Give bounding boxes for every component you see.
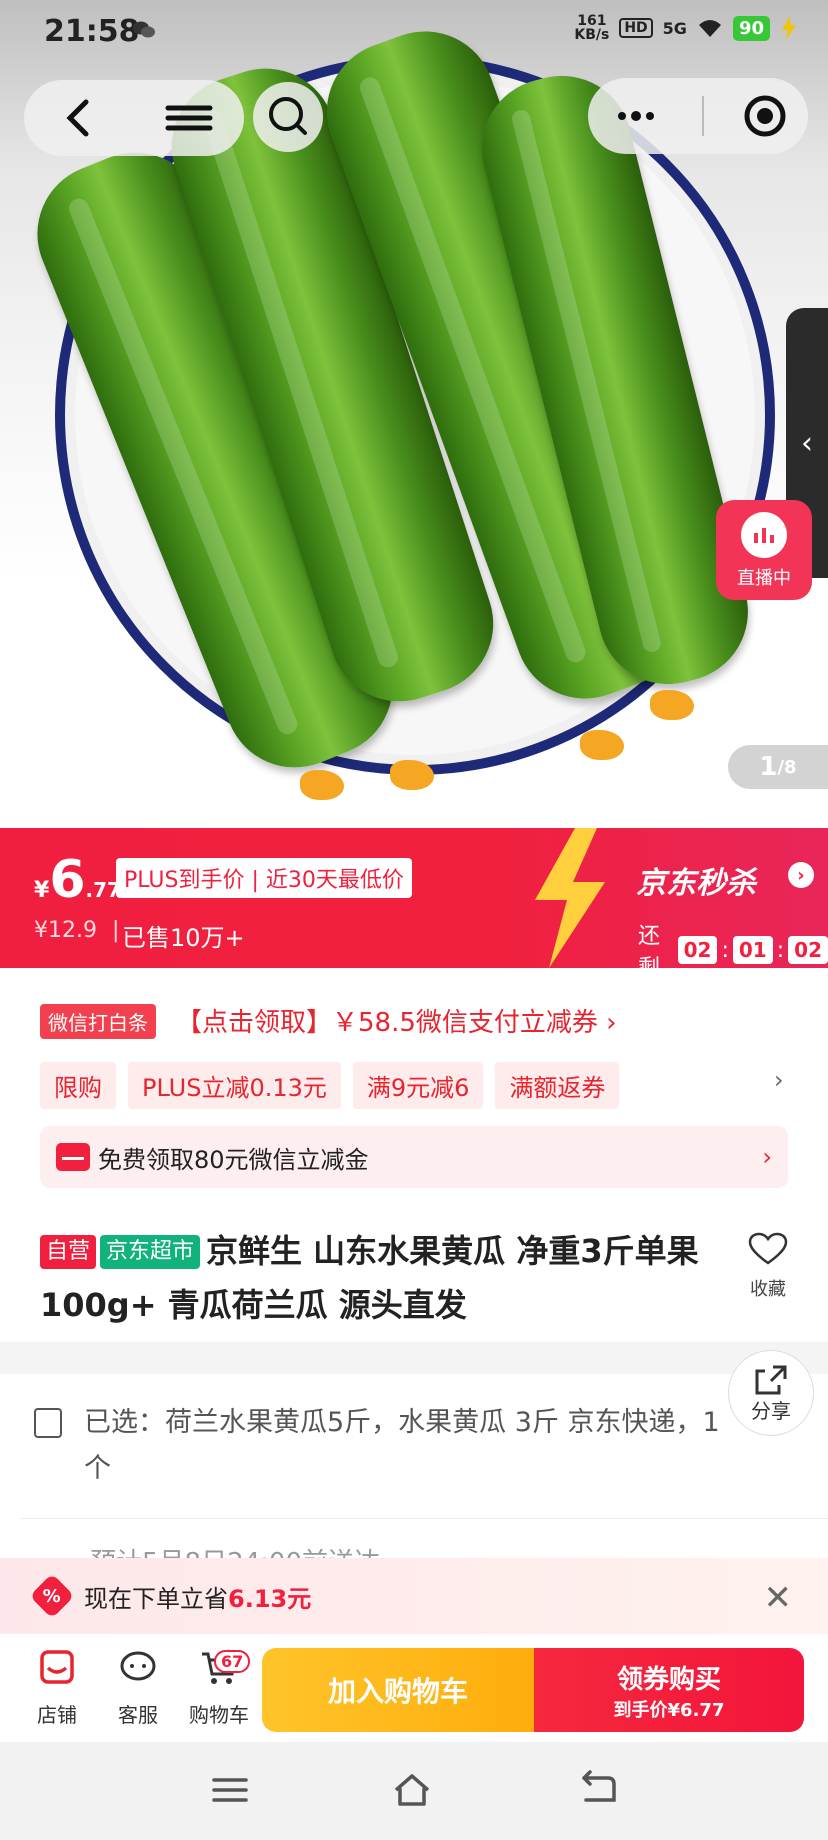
promo-tag: PLUS立减0.13元 xyxy=(128,1062,341,1109)
promo-tags[interactable]: 限购 PLUS立减0.13元 满9元减6 满额返券 xyxy=(40,1062,620,1109)
status-time: 21:58 xyxy=(44,14,140,49)
back-nav-icon[interactable] xyxy=(578,1770,618,1810)
live-icon xyxy=(741,512,787,558)
checklist-icon xyxy=(34,1408,62,1438)
search-icon xyxy=(269,97,307,135)
discount-icon: % xyxy=(29,1573,75,1619)
close-icon[interactable]: ✕ xyxy=(764,1578,793,1618)
shop-icon xyxy=(40,1650,74,1684)
seckill-countdown: 还剩 02 : 01 : 02 xyxy=(638,918,828,968)
original-price: ¥12.9 | xyxy=(34,918,120,943)
search-button[interactable] xyxy=(253,82,323,152)
chevron-right-icon[interactable]: › xyxy=(774,1066,784,1094)
live-label: 直播中 xyxy=(737,568,791,589)
nav-left-group xyxy=(24,80,244,156)
selected-variant-row[interactable]: 已选：荷兰水果黄瓜5斤，水果黄瓜 3斤 京东快递，1个 xyxy=(34,1400,724,1492)
flower-graphic xyxy=(580,730,624,760)
cart-count-badge: 67 xyxy=(214,1650,251,1673)
back-icon[interactable] xyxy=(24,80,134,156)
product-title: 自营 京东超市 京鲜生 山东水果黄瓜 净重3斤单果100g+ 青瓜荷兰瓜 源头直发 xyxy=(40,1232,699,1324)
jd-supermarket-badge: 京东超市 xyxy=(100,1235,201,1269)
share-button[interactable]: 分享 xyxy=(728,1350,814,1436)
menu-icon[interactable] xyxy=(134,80,244,156)
miniprogram-capsule xyxy=(588,78,808,154)
chat-icon xyxy=(120,1651,156,1681)
flower-graphic xyxy=(300,770,344,800)
shop-button[interactable]: 店铺 xyxy=(22,1648,92,1728)
savings-strip: % 现在下单立省 6.13元 xyxy=(0,1558,828,1634)
gallery-page-indicator: 1/8 xyxy=(728,745,828,789)
more-icon[interactable] xyxy=(606,101,666,131)
promo-tag: 限购 xyxy=(40,1062,116,1109)
chevron-right-icon: › xyxy=(762,1143,772,1171)
charging-icon xyxy=(782,16,796,40)
self-operated-badge: 自营 xyxy=(40,1235,97,1269)
status-indicators: 161 KB/s HD 5G 90 xyxy=(574,14,798,42)
wechat-icon xyxy=(133,21,155,38)
row-divider xyxy=(20,1518,828,1519)
wechat-iou-tag: 微信打白条 xyxy=(40,1004,156,1039)
price-banner: ¥ 6 .77 PLUS到手价 | 近30天最低价 ¥12.9 | 已售10万+… xyxy=(0,828,828,968)
hd-icon: HD xyxy=(619,18,653,38)
flower-graphic xyxy=(390,760,434,790)
coupon-buy-button[interactable]: 领券购买 到手价¥6.77 xyxy=(534,1648,804,1732)
live-badge[interactable]: 直播中 xyxy=(716,500,812,600)
close-miniprogram-icon[interactable] xyxy=(740,91,790,141)
capsule-divider xyxy=(702,96,704,136)
coupon-icon xyxy=(56,1143,90,1171)
wechat-coupon-link[interactable]: 【点击领取】￥58.5微信支付立减券 › xyxy=(176,1002,617,1039)
section-divider xyxy=(0,1342,828,1374)
favorite-button[interactable]: 收藏 xyxy=(738,1232,798,1301)
seckill-title[interactable]: 京东秒杀 xyxy=(636,858,756,902)
customer-service-button[interactable]: 客服 xyxy=(103,1648,173,1728)
free-coupon-bar[interactable]: 免费领取80元微信立减金 › xyxy=(40,1126,788,1188)
network-rate: 161 KB/s xyxy=(574,13,610,43)
wifi-icon xyxy=(698,20,721,37)
chevron-left-icon: ‹ xyxy=(801,425,813,461)
promo-tag: 满9元减6 xyxy=(352,1062,484,1109)
add-to-cart-button[interactable]: 加入购物车 xyxy=(262,1648,534,1732)
home-icon[interactable] xyxy=(392,1770,432,1810)
share-icon xyxy=(755,1365,787,1394)
signal-icon: 5G xyxy=(662,18,687,38)
flower-graphic xyxy=(650,690,694,720)
price-current: ¥ 6 .77 xyxy=(34,850,121,910)
sold-count: 已售10万+ xyxy=(122,924,245,952)
plus-price-tag: PLUS到手价 | 近30天最低价 xyxy=(116,858,412,898)
promo-tag: 满额返券 xyxy=(495,1062,620,1109)
battery-icon: 90 xyxy=(732,15,770,41)
lightning-icon xyxy=(535,828,605,968)
recent-apps-icon[interactable] xyxy=(210,1770,250,1810)
chevron-right-icon[interactable]: › xyxy=(788,862,814,888)
heart-icon xyxy=(748,1232,788,1265)
